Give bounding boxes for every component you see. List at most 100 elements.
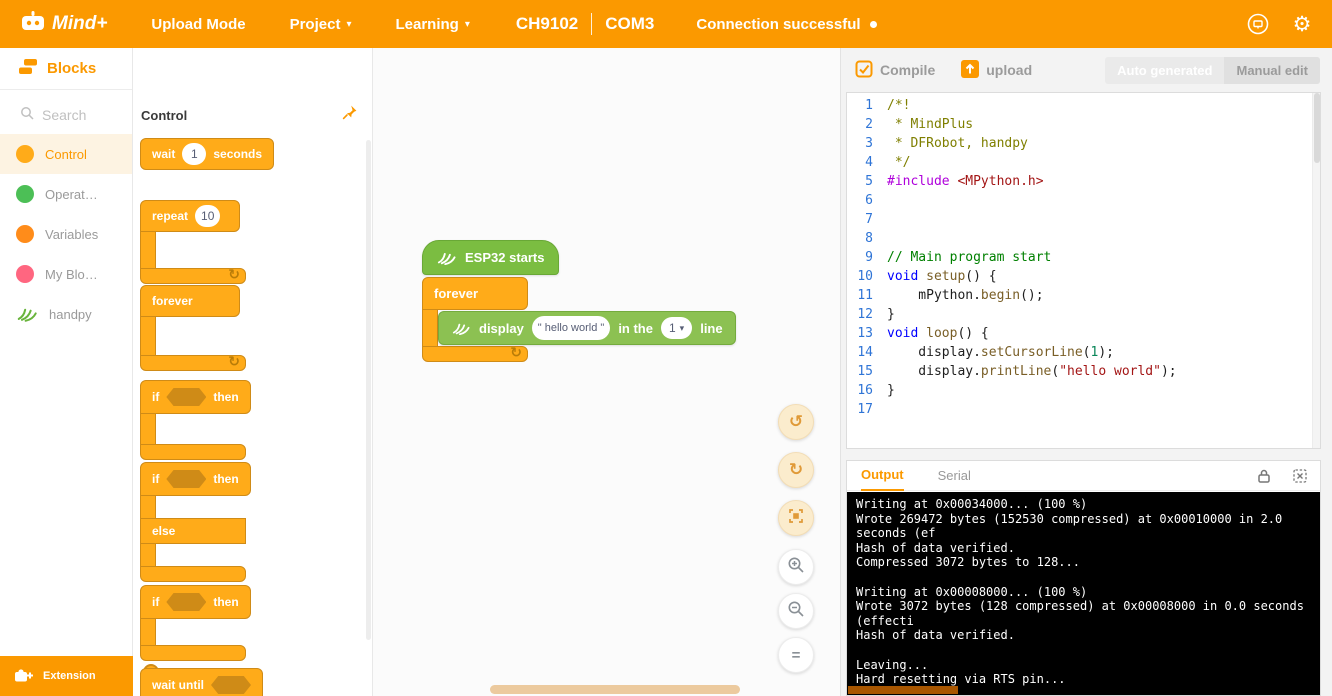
line-number: 13 [857, 326, 873, 341]
topbar: Mind+ Upload Mode Project ▾ Learning ▾ C… [0, 0, 1332, 48]
block-label: then [213, 390, 239, 404]
loop-arrow-icon: ↻ [228, 266, 240, 282]
block-bottom [140, 444, 246, 460]
upload-arrow-icon [961, 59, 980, 81]
block-wait-until[interactable]: wait until [140, 668, 263, 696]
search-input[interactable] [42, 107, 122, 123]
display-text-input[interactable]: " hello world " [531, 316, 611, 340]
category-control[interactable]: Control [0, 134, 132, 174]
line-number-dropdown[interactable]: 1 ▾ [660, 317, 693, 339]
mindplus-logo[interactable]: Mind+ [20, 10, 107, 38]
category-my-blocks[interactable]: My Blo… [0, 254, 132, 294]
code-line: 4 */ [847, 153, 1320, 172]
block-if-then-expandable[interactable]: if then + [140, 585, 251, 680]
block-if-then[interactable]: if then [140, 380, 251, 460]
code-editor: 1/*! 2 * MindPlus 3 * DFRobot, handpy 4 */5… [846, 92, 1321, 449]
topbar-right: ⚙ [1244, 10, 1316, 38]
center-blocks-button[interactable] [778, 500, 814, 536]
canvas-horizontal-scrollbar[interactable] [490, 685, 740, 694]
zoom-in-button[interactable] [778, 549, 814, 585]
category-variables[interactable]: Variables [0, 214, 132, 254]
code-line: 9 // Main program start [847, 248, 1320, 267]
menu-project[interactable]: Project ▾ [290, 16, 352, 33]
blocks-icon [18, 58, 38, 79]
line-number: 4 [865, 155, 873, 170]
line-number: 6 [865, 193, 873, 208]
zoom-out-icon [787, 600, 805, 622]
category-handpy[interactable]: handpy [0, 294, 132, 334]
block-bottom [140, 566, 246, 582]
line-number: 17 [857, 402, 873, 417]
console-line: Hash of data verified. [856, 628, 1015, 643]
menu-upload-mode[interactable]: Upload Mode [151, 16, 245, 33]
mindplus-app: Mind+ Upload Mode Project ▾ Learning ▾ C… [0, 0, 1332, 696]
condition-hexagon-slot[interactable] [166, 388, 207, 406]
console-scrollbar[interactable] [848, 686, 958, 694]
chevron-down-icon: ▾ [464, 18, 470, 30]
code-scrollbar-thumb[interactable] [1314, 93, 1320, 163]
zoom-reset-button[interactable]: = [778, 637, 814, 673]
block-label: else [152, 524, 176, 538]
hat-label: ESP32 starts [465, 250, 545, 265]
upload-label: upload [986, 62, 1033, 78]
community-icon[interactable] [1244, 10, 1272, 38]
display-block[interactable]: display " hello world " in the 1 ▾ line [438, 311, 736, 345]
tab-output[interactable]: Output [861, 461, 904, 491]
condition-hexagon-slot[interactable] [166, 470, 207, 488]
code-line: 14 display.setCursorLine(1); [847, 343, 1320, 362]
esp32-starts-hat-block[interactable]: ESP32 starts [422, 240, 559, 275]
redo-button[interactable]: ↻ [778, 452, 814, 488]
category-list: Control Operat… Variables My Blo… handpy [0, 134, 132, 334]
line-number: 11 [857, 288, 873, 303]
menu-learning[interactable]: Learning ▾ [395, 16, 469, 33]
auto-generated-toggle[interactable]: Auto generated [1105, 57, 1224, 84]
undo-button[interactable]: ↺ [778, 404, 814, 440]
block-forever[interactable]: forever ↻ [140, 285, 246, 371]
device-chip[interactable]: CH9102 [516, 14, 578, 34]
code-line: 1 /*! [847, 96, 1320, 115]
condition-hexagon-slot[interactable] [211, 676, 251, 694]
tab-blocks[interactable]: Blocks [0, 48, 132, 90]
palette-scrollbar[interactable] [366, 140, 371, 640]
compile-button[interactable]: Compile [855, 60, 935, 81]
code-line: 8 [847, 229, 1320, 248]
operators-category-dot [16, 185, 34, 203]
condition-hexagon-slot[interactable] [166, 593, 207, 611]
palette-category-header: Control [141, 108, 188, 123]
line-number: 16 [857, 383, 873, 398]
handpy-icon [451, 319, 471, 338]
block-if-then-else[interactable]: if then else [140, 462, 251, 582]
block-wait-seconds[interactable]: wait 1 seconds [140, 138, 275, 170]
code-mode-toggle: Auto generated Manual edit [1105, 57, 1320, 84]
code-text: /*! [887, 98, 911, 113]
code-line: 5 #include <MPython.h> [847, 172, 1320, 191]
manual-edit-toggle[interactable]: Manual edit [1224, 57, 1320, 84]
line-number: 2 [865, 117, 873, 132]
pin-icon[interactable] [342, 104, 358, 125]
repeat-count-input[interactable]: 10 [195, 205, 221, 227]
lock-icon[interactable] [1256, 468, 1272, 484]
zoom-out-button[interactable] [778, 593, 814, 629]
category-operators[interactable]: Operat… [0, 174, 132, 214]
line-number: 7 [865, 212, 873, 227]
device-port[interactable]: COM3 [605, 14, 654, 34]
wait-value-input[interactable]: 1 [182, 143, 207, 165]
block-label: display [479, 320, 524, 336]
block-search[interactable] [0, 100, 132, 130]
tab-serial[interactable]: Serial [938, 468, 971, 483]
divider [591, 13, 593, 35]
console-line: Writing at 0x00008000... (100 %) [856, 584, 1088, 599]
upload-button[interactable]: upload [961, 59, 1033, 81]
code-text: } [887, 383, 895, 398]
chevron-down-icon: ▾ [679, 322, 685, 333]
output-header: Output Serial [847, 461, 1320, 491]
clear-console-icon[interactable] [1292, 468, 1308, 484]
block-repeat[interactable]: repeat 10 ↻ [140, 200, 246, 284]
block-label: forever [434, 286, 479, 301]
extension-button[interactable]: Extension [0, 656, 133, 696]
workspace-canvas[interactable]: ESP32 starts forever ↻ display " hello w… [373, 48, 840, 696]
code-line: 10 void setup() { [847, 267, 1320, 286]
line-number: 15 [857, 364, 873, 379]
settings-gear-icon[interactable]: ⚙ [1288, 10, 1316, 38]
